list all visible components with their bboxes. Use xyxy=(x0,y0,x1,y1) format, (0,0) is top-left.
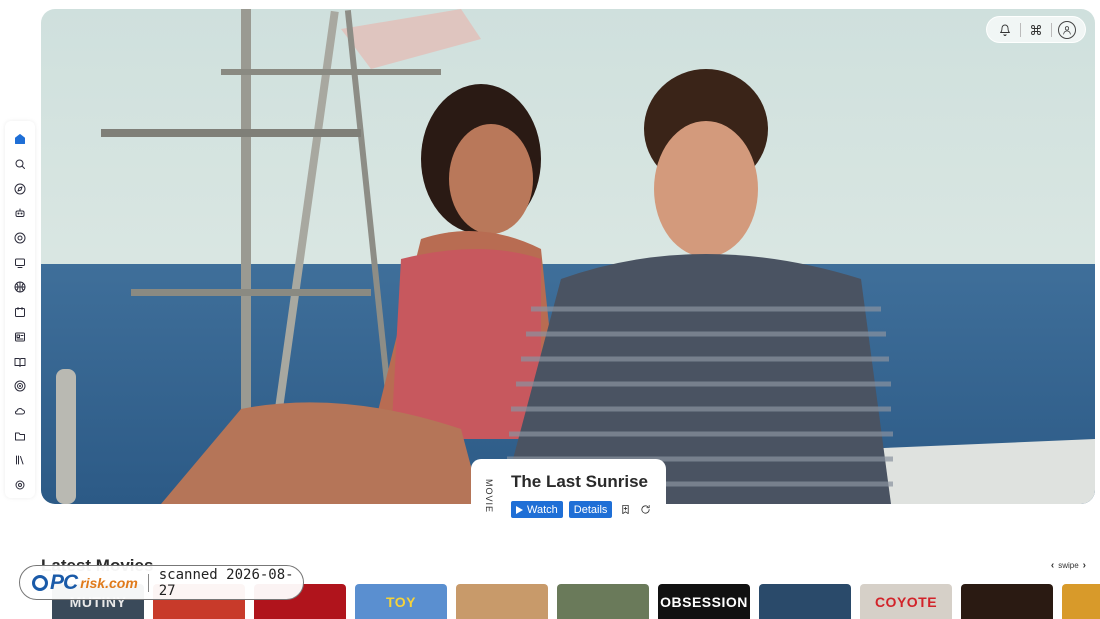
monitor-icon xyxy=(15,258,25,268)
sidebar-item-search[interactable] xyxy=(7,152,33,177)
watermark-text: scanned 2026-08-27 xyxy=(158,566,294,599)
share-icon xyxy=(641,504,650,514)
user-icon xyxy=(1062,25,1071,35)
app-root: MOVIE The Last Sunrise Watch Details Lat… xyxy=(0,0,1100,619)
sidebar-item-home[interactable] xyxy=(7,127,33,152)
poster-title: TOY xyxy=(385,594,417,610)
media-type-label: MOVIE xyxy=(484,479,494,514)
sidebar-item-photography[interactable] xyxy=(7,226,33,251)
details-button[interactable]: Details xyxy=(568,501,613,518)
bookmark-icon xyxy=(622,504,629,515)
command-button[interactable] xyxy=(1026,20,1046,40)
movie-poster[interactable] xyxy=(961,584,1053,619)
movie-poster[interactable]: OBSESSION xyxy=(658,584,750,619)
sidebar-item-sports[interactable] xyxy=(7,275,33,300)
movie-poster[interactable]: COYOTE xyxy=(860,584,952,619)
sidebar-item-explore[interactable] xyxy=(7,176,33,201)
bookmark-button[interactable] xyxy=(618,503,632,517)
compass-icon xyxy=(14,183,26,195)
poster-title: OBSESSION xyxy=(660,594,748,610)
poster-title: COYOTE xyxy=(874,594,938,610)
header-toolbar xyxy=(986,16,1086,43)
calendar-icon xyxy=(15,307,25,318)
sidebar-item-tv[interactable] xyxy=(7,250,33,275)
sidebar-item-target[interactable] xyxy=(7,374,33,399)
hero-image xyxy=(41,9,1095,504)
toolbar-divider xyxy=(1020,22,1022,37)
featured-title: The Last Sunrise xyxy=(511,472,648,491)
basketball-icon xyxy=(14,281,26,293)
robot-icon xyxy=(15,208,25,218)
logo-circle-icon xyxy=(32,574,48,591)
toolbar-divider xyxy=(1050,22,1052,37)
hero-banner[interactable] xyxy=(41,9,1095,504)
movie-poster[interactable] xyxy=(456,584,548,619)
profile-button[interactable] xyxy=(1057,20,1077,40)
home-icon xyxy=(15,134,25,145)
share-button[interactable] xyxy=(638,503,652,517)
settings-icon xyxy=(15,480,25,490)
sidebar xyxy=(5,121,35,498)
command-icon xyxy=(1031,24,1041,35)
details-button-label: Details xyxy=(573,503,608,516)
sidebar-item-calendar[interactable] xyxy=(7,300,33,325)
watch-button[interactable]: Watch xyxy=(511,501,563,518)
library-icon xyxy=(16,455,24,465)
movie-poster[interactable]: TOY xyxy=(355,584,447,619)
news-icon xyxy=(15,332,25,342)
sidebar-item-ai[interactable] xyxy=(7,201,33,226)
cloud-icon xyxy=(15,407,25,415)
sidebar-item-books[interactable] xyxy=(7,349,33,374)
swipe-label: swipe xyxy=(1058,561,1079,570)
sidebar-item-settings[interactable] xyxy=(7,473,33,498)
sidebar-item-news[interactable] xyxy=(7,325,33,350)
target-icon xyxy=(14,380,26,392)
book-icon xyxy=(14,357,26,367)
folder-icon xyxy=(15,432,25,441)
movie-poster[interactable] xyxy=(759,584,851,619)
logo-pc-text: PC xyxy=(50,570,78,594)
featured-actions: Watch Details xyxy=(511,501,652,518)
watermark: PC risk.com scanned 2026-08-27 xyxy=(19,565,304,600)
pcrisk-logo: PC risk.com xyxy=(32,571,138,595)
movie-poster[interactable] xyxy=(557,584,649,619)
swipe-control: ‹ swipe › xyxy=(1051,560,1086,571)
chevron-right-icon[interactable]: › xyxy=(1083,560,1086,571)
sidebar-item-files[interactable] xyxy=(7,423,33,448)
search-icon xyxy=(15,159,25,170)
bell-icon xyxy=(1000,24,1011,36)
chevron-left-icon[interactable]: ‹ xyxy=(1051,560,1054,571)
notifications-button[interactable] xyxy=(995,20,1015,40)
movie-poster[interactable] xyxy=(1062,584,1100,619)
sidebar-item-weather[interactable] xyxy=(7,399,33,424)
avatar xyxy=(1057,20,1076,39)
logo-risk-text: risk.com xyxy=(80,574,138,591)
featured-movie-card: MOVIE The Last Sunrise Watch Details xyxy=(471,459,666,527)
watch-button-label: Watch xyxy=(527,503,558,516)
play-icon xyxy=(516,505,523,514)
aperture-icon xyxy=(14,232,26,244)
watermark-divider xyxy=(147,573,149,592)
sidebar-item-library[interactable] xyxy=(7,448,33,473)
